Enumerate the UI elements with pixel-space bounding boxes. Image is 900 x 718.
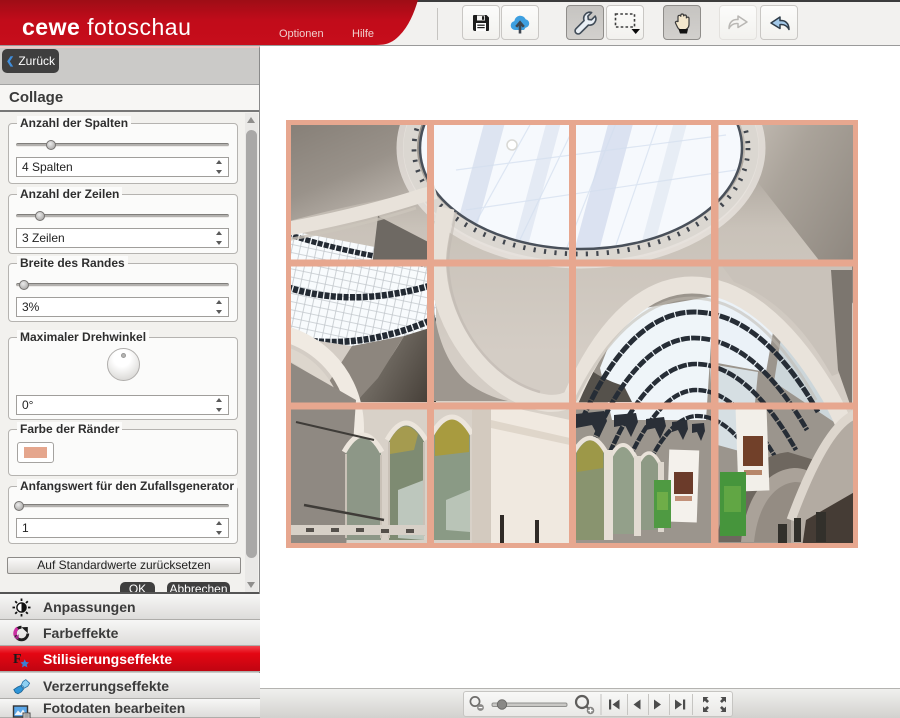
svg-text:F: F bbox=[13, 652, 22, 667]
